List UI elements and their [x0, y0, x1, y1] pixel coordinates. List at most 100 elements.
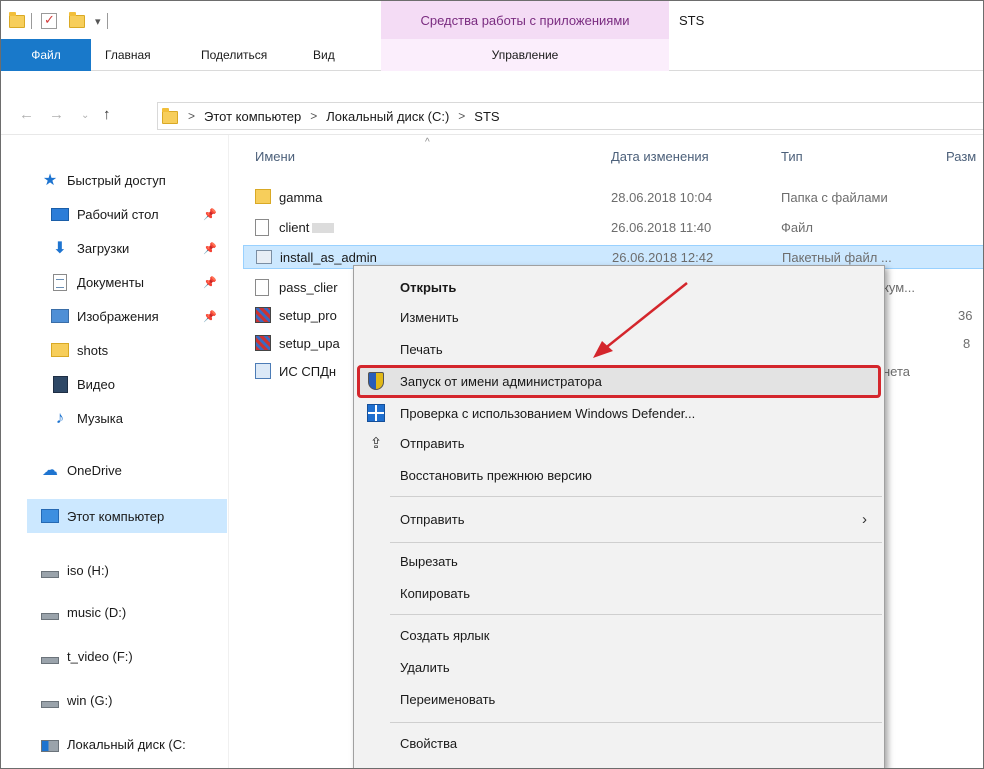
menu-item-send-to[interactable]: Отправить › [354, 504, 884, 534]
quick-access-folder-icon[interactable] [9, 11, 25, 31]
breadcrumb-sts[interactable]: STS [474, 109, 499, 124]
tab-file[interactable]: Файл [1, 39, 91, 71]
nav-item-label: t_video (F:) [67, 648, 133, 664]
address-input[interactable]: > Этот компьютер > Локальный диск (C:) >… [157, 102, 983, 130]
file-name: setup_upa [279, 335, 340, 351]
recent-locations-chevron-icon[interactable]: ⌄ [81, 110, 89, 121]
drive-icon [41, 604, 59, 620]
nav-item-label: Локальный диск (C: [67, 736, 186, 752]
context-tab-group-label: Средства работы с приложениями [381, 1, 669, 39]
breadcrumb-local-disk[interactable]: Локальный диск (C:) [326, 109, 449, 124]
nav-item-label: Этот компьютер [67, 508, 165, 524]
menu-item-share[interactable]: ⇪ Отправить [354, 428, 884, 458]
menu-item-create-shortcut[interactable]: Создать ярлык [354, 620, 884, 650]
file-row-client[interactable]: client 26.06.2018 11:40 Файл [243, 215, 983, 239]
column-header-date[interactable]: Дата изменения [611, 149, 709, 164]
menu-item-label: Отправить [400, 435, 465, 451]
installer-icon [255, 307, 271, 323]
file-name-text: client [279, 219, 310, 235]
column-header-name[interactable]: Имени [255, 149, 295, 164]
forward-arrow-icon[interactable]: → [49, 106, 64, 123]
pin-icon[interactable]: 📌 [203, 310, 217, 323]
file-name: client [279, 219, 335, 235]
menu-item-edit[interactable]: Изменить [354, 302, 884, 332]
nav-item-videos[interactable]: Видео [51, 367, 221, 401]
nav-item-downloads[interactable]: ⬇ Загрузки 📌 [51, 231, 221, 265]
tab-home[interactable]: Главная [105, 39, 151, 71]
menu-item-label: Восстановить прежнюю версию [400, 467, 592, 483]
tab-manage[interactable]: Управление [381, 39, 669, 71]
nav-item-drive-g[interactable]: win (G:) [41, 683, 221, 717]
menu-item-label: Печать [400, 341, 443, 357]
sort-ascending-icon: ^ [425, 137, 430, 148]
pin-icon[interactable]: 📌 [203, 276, 217, 289]
menu-item-cut[interactable]: Вырезать [354, 546, 884, 576]
nav-item-drive-c[interactable]: Локальный диск (C: [41, 727, 229, 761]
nav-item-pictures[interactable]: Изображения 📌 [51, 299, 221, 333]
menu-item-copy[interactable]: Копировать [354, 578, 884, 608]
breadcrumb-separator: > [458, 109, 466, 123]
nav-item-drive-h[interactable]: iso (H:) [41, 553, 221, 587]
menu-item-label: Отправить [400, 511, 465, 527]
nav-item-drive-f[interactable]: t_video (F:) [41, 639, 221, 673]
menu-item-label: Переименовать [400, 691, 496, 707]
menu-separator [390, 496, 882, 497]
up-arrow-icon[interactable]: ↑ [103, 106, 111, 123]
breadcrumb-this-pc[interactable]: Этот компьютер [204, 109, 301, 124]
menu-item-open[interactable]: Открыть [354, 272, 884, 302]
nav-item-label: Рабочий стол [77, 206, 159, 222]
pin-icon[interactable]: 📌 [203, 208, 217, 221]
nav-item-shots[interactable]: shots [51, 333, 221, 367]
back-arrow-icon[interactable]: ← [19, 106, 34, 123]
title-bar: ▾ Средства работы с приложениями STS [1, 1, 983, 39]
folder-icon [255, 189, 271, 204]
drive-icon [41, 562, 59, 578]
menu-item-label: Создать ярлык [400, 627, 490, 643]
nav-item-this-pc[interactable]: Этот компьютер [27, 499, 227, 533]
nav-item-label: Видео [77, 376, 115, 392]
menu-item-label: Удалить [400, 659, 450, 675]
share-icon: ⇪ [369, 435, 383, 452]
explorer-window: ▾ Средства работы с приложениями STS Фай… [0, 0, 984, 769]
menu-item-label: Свойства [400, 735, 458, 751]
pin-icon[interactable]: 📌 [203, 242, 217, 255]
column-header-size[interactable]: Разм [946, 149, 976, 164]
menu-separator [390, 542, 882, 543]
file-date: 26.06.2018 12:42 [612, 249, 714, 265]
nav-item-drive-d[interactable]: music (D:) [41, 595, 221, 629]
file-type: Пакетный файл ... [782, 249, 892, 265]
file-type: кум... [883, 279, 915, 295]
menu-item-defender-scan[interactable]: Проверка с использованием Windows Defend… [354, 398, 884, 428]
file-row-gamma[interactable]: gamma 28.06.2018 10:04 Папка с файлами [243, 185, 983, 209]
menu-item-print[interactable]: Печать [354, 334, 884, 364]
menu-item-delete[interactable]: Удалить [354, 652, 884, 682]
column-header-type[interactable]: Тип [781, 149, 803, 164]
drive-icon [41, 692, 59, 708]
customize-qat-chevron-down-icon[interactable]: ▾ [95, 11, 101, 31]
nav-item-onedrive[interactable]: ☁ OneDrive [41, 453, 221, 487]
folder-icon [162, 108, 178, 124]
nav-item-desktop[interactable]: Рабочий стол 📌 [51, 197, 221, 231]
menu-item-label: Изменить [400, 309, 459, 325]
nav-item-documents[interactable]: Документы 📌 [51, 265, 221, 299]
navigation-pane: ★ Быстрый доступ Рабочий стол 📌 ⬇ Загруз… [1, 135, 229, 768]
menu-separator [390, 722, 882, 723]
nav-item-quick-access[interactable]: ★ Быстрый доступ [41, 163, 255, 197]
pictures-icon [51, 308, 69, 324]
tab-view[interactable]: Вид [313, 39, 335, 71]
properties-check-icon[interactable] [41, 11, 57, 31]
system-drive-icon [41, 736, 59, 752]
star-icon: ★ [42, 172, 58, 189]
tab-share[interactable]: Поделиться [201, 39, 267, 71]
menu-item-rename[interactable]: Переименовать [354, 684, 884, 714]
nav-item-music[interactable]: ♪ Музыка [51, 401, 221, 435]
menu-item-properties[interactable]: Свойства [354, 728, 884, 758]
nav-item-label: Изображения [77, 308, 159, 324]
file-date: 26.06.2018 11:40 [611, 219, 712, 235]
menu-item-label: Открыть [400, 279, 457, 295]
menu-item-restore-previous[interactable]: Восстановить прежнюю версию [354, 460, 884, 490]
new-folder-icon[interactable] [69, 11, 85, 31]
file-type: нета [883, 363, 911, 379]
cloud-icon: ☁ [42, 462, 58, 479]
document-icon [51, 273, 69, 291]
